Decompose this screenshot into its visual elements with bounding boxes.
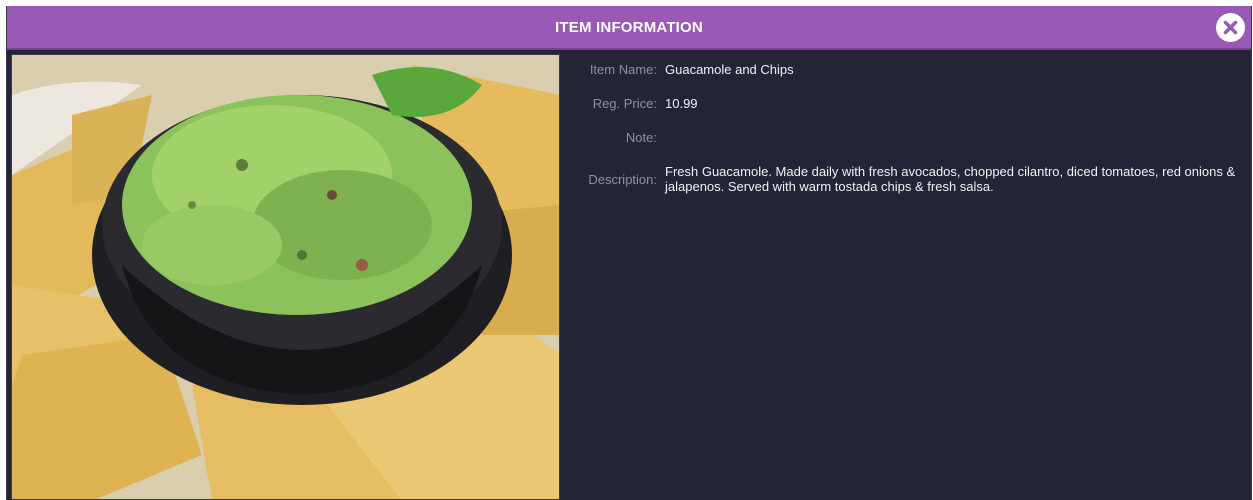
item-information-dialog: ITEM INFORMATION Item Name: Guacamole an… (6, 6, 1252, 500)
description-label: Description: (588, 172, 657, 187)
note-value (665, 130, 1239, 145)
item-photo (11, 54, 560, 500)
price-label: Reg. Price: (592, 96, 657, 111)
dialog-content: Item Name: Guacamole and Chips Reg. Pric… (11, 54, 1247, 500)
dialog-header: ITEM INFORMATION (7, 6, 1251, 50)
close-icon (1216, 13, 1245, 42)
item-name-value: Guacamole and Chips (665, 62, 794, 77)
close-button[interactable] (1216, 13, 1245, 42)
price-value: 10.99 (665, 96, 698, 111)
description-row: Description: Fresh Guacamole. Made daily… (567, 164, 1239, 194)
item-name-label: Item Name: (589, 62, 657, 77)
note-label: Note: (625, 130, 657, 145)
item-details: Item Name: Guacamole and Chips Reg. Pric… (567, 62, 1239, 213)
description-value: Fresh Guacamole. Made daily with fresh a… (665, 164, 1236, 194)
price-row: Reg. Price: 10.99 (567, 96, 1239, 111)
note-row: Note: (567, 130, 1239, 145)
dialog-title: ITEM INFORMATION (555, 18, 703, 36)
item-name-row: Item Name: Guacamole and Chips (567, 62, 1239, 77)
